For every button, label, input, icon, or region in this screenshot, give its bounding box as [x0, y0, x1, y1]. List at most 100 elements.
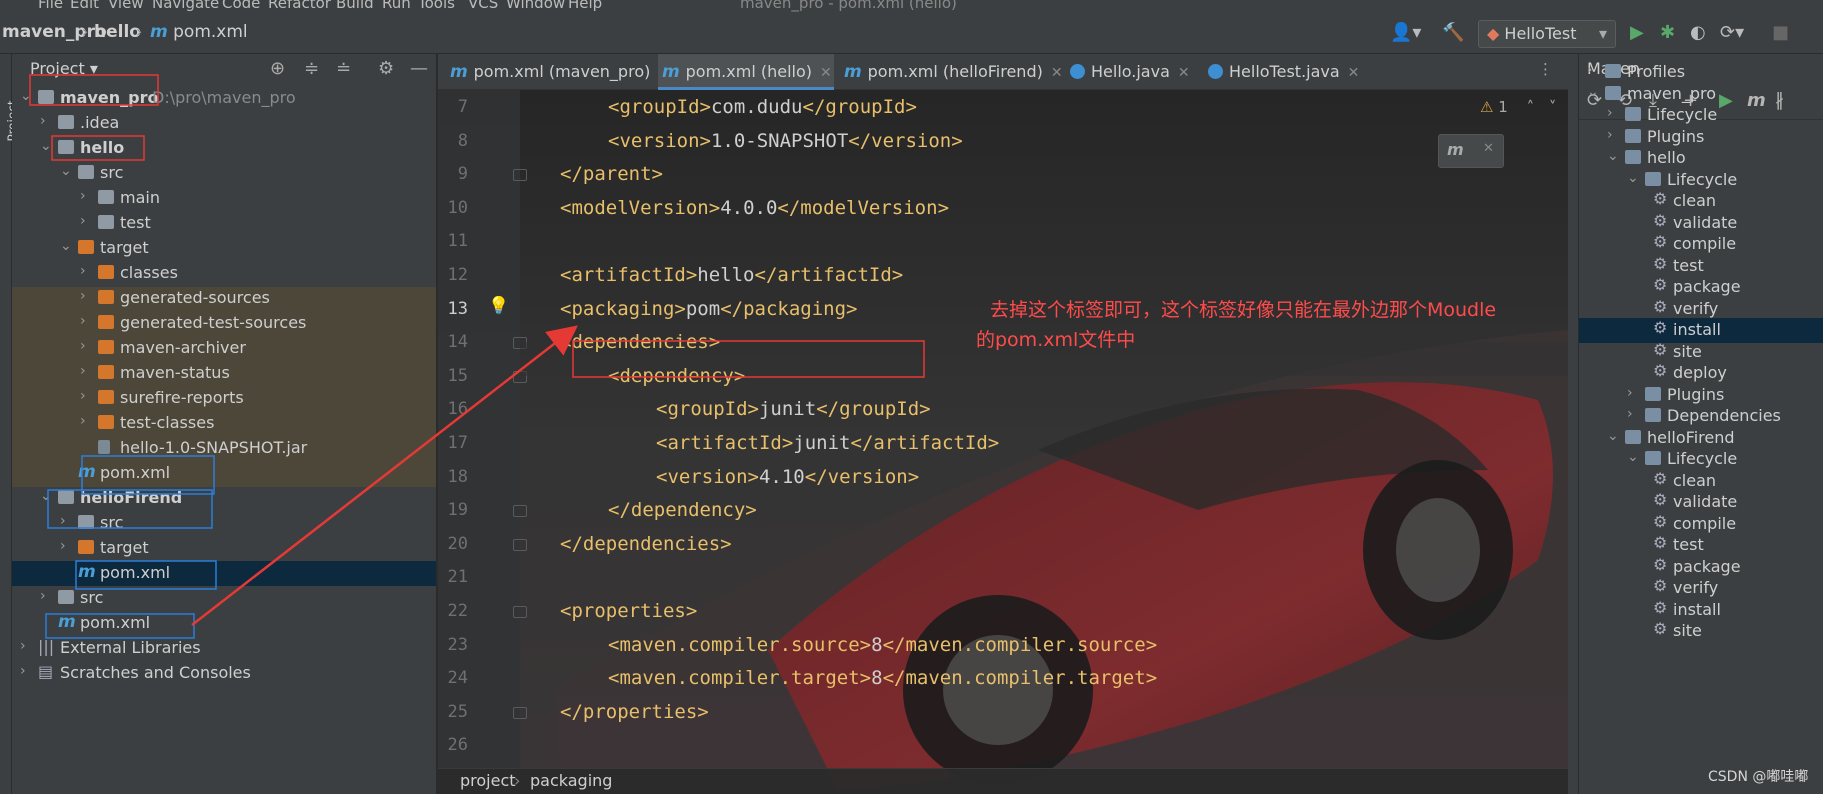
maven-tree-item[interactable]: ⚙ site [1579, 619, 1823, 644]
breadcrumb-packaging-tag[interactable]: packaging [530, 771, 612, 790]
close-icon[interactable]: ✕ [1178, 65, 1190, 81]
menu-item-refactor[interactable]: Refactor [268, 0, 331, 12]
chevron-down-icon[interactable]: ⌄ [40, 138, 52, 154]
breadcrumb-module[interactable]: hello [94, 22, 141, 42]
chevron-down-icon[interactable]: ⌄ [1627, 170, 1639, 186]
chevron-right-icon[interactable]: › [1627, 406, 1633, 422]
user-icon[interactable]: 👤▾ [1390, 22, 1421, 43]
close-icon[interactable]: ✕ [820, 65, 832, 81]
maven-reload-popup[interactable]: m ✕ [1438, 134, 1504, 168]
menu-item-code[interactable]: Code [222, 0, 260, 12]
expand-all-icon[interactable]: ≑ [304, 58, 319, 79]
chevron-right-icon[interactable]: › [40, 588, 46, 604]
tree-item[interactable]: › surefire-reports [12, 386, 436, 411]
tree-item[interactable]: › target [12, 536, 436, 561]
chevron-down-icon[interactable]: ⌄ [40, 488, 52, 504]
tab-hellotest-java[interactable]: HelloTest.java ✕ [1204, 54, 1359, 90]
inspection-widget[interactable]: ⚠ 1 ˄ ˅ [1480, 98, 1556, 116]
fold-marker-icon[interactable] [513, 538, 527, 551]
stop-icon[interactable]: ■ [1772, 22, 1789, 43]
chevron-right-icon[interactable]: › [40, 113, 46, 129]
tree-item[interactable]: › ||| External Libraries [12, 636, 436, 661]
maven-reload-icon[interactable]: m [1447, 140, 1464, 159]
tree-item[interactable]: ⌄ maven_pro D:\pro\maven_pro [12, 86, 436, 111]
tab-pom-xml-hellofirend[interactable]: m pom.xml (helloFirend) ✕ [840, 54, 1063, 90]
tab-pom-xml-hello[interactable]: m pom.xml (hello) ✕ [658, 54, 834, 90]
menu-item-tools[interactable]: Tools [418, 0, 455, 12]
menu-item-navigate[interactable]: Navigate [152, 0, 219, 12]
fold-marker-icon[interactable] [513, 606, 527, 618]
chevron-down-icon[interactable]: ⌄ [1587, 84, 1599, 100]
locate-icon[interactable]: ⊕ [270, 58, 285, 79]
chevron-right-icon[interactable]: › [1587, 62, 1593, 78]
tree-item[interactable]: › test-classes [12, 411, 436, 436]
chevron-right-icon[interactable]: › [80, 213, 86, 229]
hide-icon[interactable]: — [410, 58, 428, 79]
fold-marker-icon[interactable] [513, 706, 527, 719]
build-hammer-icon[interactable]: 🔨 [1442, 22, 1464, 43]
menu-item-run[interactable]: Run [382, 0, 411, 12]
chevron-down-icon[interactable]: ⌄ [1607, 148, 1619, 164]
chevron-down-icon[interactable]: ⌄ [60, 163, 72, 179]
menu-item-help[interactable]: Help [568, 0, 602, 12]
chevron-right-icon[interactable]: › [20, 663, 26, 679]
menu-item-build[interactable]: Build [336, 0, 374, 12]
chevron-right-icon[interactable]: › [80, 338, 86, 354]
chevron-right-icon[interactable]: › [80, 288, 86, 304]
chevron-right-icon[interactable]: › [80, 188, 86, 204]
chevron-down-icon[interactable]: ⌄ [60, 238, 72, 254]
intention-bulb-icon[interactable]: 💡 [488, 296, 509, 316]
tree-item[interactable]: ⌄ helloFirend [12, 486, 436, 511]
collapse-all-icon[interactable]: ≐ [336, 58, 351, 79]
run-configuration-select[interactable]: ◆ HelloTest ▾ [1478, 20, 1616, 48]
menu-item-window[interactable]: Window [506, 0, 565, 12]
tree-item[interactable]: › .idea [12, 111, 436, 136]
breadcrumb-file[interactable]: m pom.xml [150, 22, 248, 42]
chevron-right-icon[interactable]: › [80, 388, 86, 404]
chevron-down-icon[interactable]: ⌄ [1607, 428, 1619, 444]
project-view-select[interactable]: Project ▾ [30, 59, 98, 78]
more-tabs-icon[interactable]: ⋮ [1538, 60, 1553, 78]
tree-item[interactable]: › src [12, 511, 436, 536]
chevron-right-icon[interactable]: › [1627, 385, 1633, 401]
tree-item[interactable]: › src [12, 586, 436, 611]
menu-item-vcs[interactable]: VCS [468, 0, 498, 12]
chevron-right-icon[interactable]: › [80, 363, 86, 379]
chevron-right-icon[interactable]: › [80, 413, 86, 429]
tree-item[interactable]: › test [12, 211, 436, 236]
menu-item-view[interactable]: View [108, 0, 144, 12]
tree-item[interactable]: › maven-archiver [12, 336, 436, 361]
chevron-right-icon[interactable]: › [1607, 127, 1613, 143]
chevron-right-icon[interactable]: › [20, 638, 26, 654]
debug-icon[interactable]: ✱ [1660, 22, 1675, 43]
tree-item[interactable]: › main [12, 186, 436, 211]
fold-marker-icon[interactable] [513, 505, 527, 518]
chevron-down-icon[interactable]: ⌄ [1627, 449, 1639, 465]
profile-icon[interactable]: ⟳▾ [1720, 22, 1744, 43]
chevron-right-icon[interactable]: › [80, 263, 86, 279]
tree-item[interactable]: m pom.xml [12, 561, 436, 586]
coverage-icon[interactable]: ◐ [1690, 22, 1706, 43]
tree-item[interactable]: › generated-test-sources [12, 311, 436, 336]
close-icon[interactable]: ✕ [1348, 65, 1360, 81]
close-icon[interactable]: ✕ [1051, 65, 1063, 81]
tree-item[interactable]: › classes [12, 261, 436, 286]
gear-icon[interactable]: ⚙ [378, 58, 394, 79]
tree-item[interactable]: ⌄ target [12, 236, 436, 261]
chevron-right-icon[interactable]: › [1607, 105, 1613, 121]
tab-hello-java[interactable]: Hello.java ✕ [1066, 54, 1200, 90]
chevron-up-icon[interactable]: ˄ [1527, 98, 1535, 116]
tree-item[interactable]: m pom.xml [12, 461, 436, 486]
breadcrumb-project-tag[interactable]: project [460, 771, 516, 790]
chevron-right-icon[interactable]: › [60, 513, 66, 529]
tree-item[interactable]: › generated-sources [12, 286, 436, 311]
breadcrumb-project[interactable]: maven_pro [2, 22, 107, 42]
tree-item[interactable]: › ▤ Scratches and Consoles [12, 661, 436, 686]
chevron-right-icon[interactable]: › [60, 538, 66, 554]
menu-item-file[interactable]: File [38, 0, 63, 12]
tree-item[interactable]: › maven-status [12, 361, 436, 386]
chevron-down-icon[interactable]: ˅ [1549, 98, 1557, 116]
tab-pom-xml-maven-pro[interactable]: m pom.xml (maven_pro)✕ [446, 54, 670, 90]
fold-marker-icon[interactable] [513, 169, 527, 182]
tree-item[interactable]: ⌄ src [12, 161, 436, 186]
